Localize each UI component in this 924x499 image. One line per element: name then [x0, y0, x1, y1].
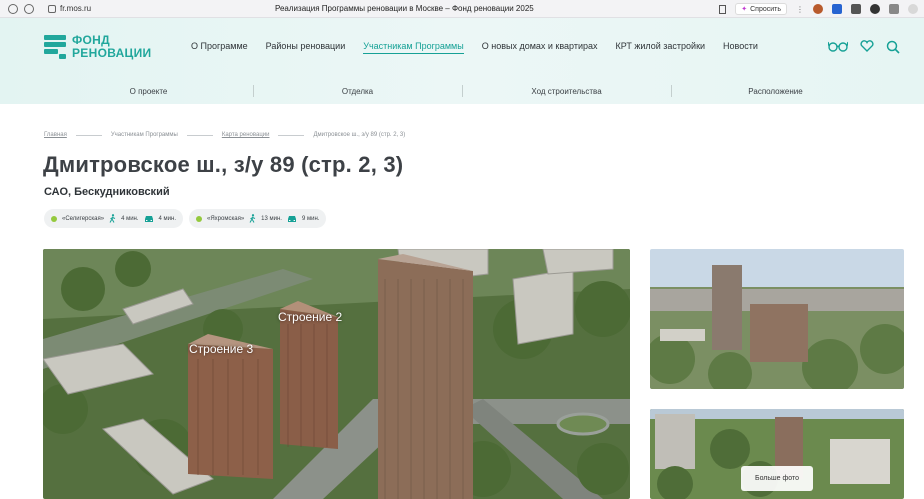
car-icon [144, 215, 153, 222]
nav-news[interactable]: Новости [723, 41, 758, 54]
metro-badge: «Яхромская» 13 мин. 9 мин. [189, 209, 327, 228]
aerial-render-image [43, 249, 630, 499]
glasses-icon[interactable] [828, 40, 848, 52]
nav-participants[interactable]: Участникам Программы [363, 41, 464, 54]
metro-line-dot [196, 215, 203, 222]
breadcrumb-participants[interactable]: Участникам Программы [111, 132, 178, 138]
heart-icon[interactable] [860, 40, 874, 52]
ask-label: Спросить [750, 5, 781, 13]
breadcrumb-home[interactable]: Главная [44, 132, 67, 138]
logo-mark-icon [44, 35, 66, 59]
header-icons [828, 40, 900, 54]
drive-time: 9 мин. [301, 215, 320, 222]
extension-icon[interactable] [832, 4, 842, 14]
back-icon[interactable] [8, 3, 18, 14]
metro-name: «Яхромская» [207, 215, 245, 222]
nav-districts[interactable]: Районы реновации [266, 41, 346, 54]
breadcrumb-separator [278, 134, 305, 136]
subnav-construction-progress[interactable]: Ход строительства [462, 84, 671, 97]
walk-icon [249, 214, 256, 223]
logo-line2: РЕНОВАЦИИ [72, 46, 152, 60]
car-icon [287, 215, 296, 222]
gallery-photo[interactable]: Больше фото [650, 409, 904, 499]
walk-icon [109, 214, 116, 223]
site-header: ФОНД РЕНОВАЦИИ О Программе Районы ренова… [0, 18, 924, 104]
subnav-finishing[interactable]: Отделка [253, 84, 462, 97]
metro-name: «Селигерская» [62, 215, 105, 222]
building-2-label: Строение 2 [278, 310, 343, 324]
url-text[interactable]: fr.mos.ru [60, 4, 91, 13]
metro-badge: «Селигерская» 4 мин. 4 мин. [44, 209, 184, 228]
gallery-image [650, 249, 904, 389]
metro-line-dot [51, 215, 57, 222]
building-3-label: Строение 3 [189, 342, 254, 356]
extension-icon[interactable] [813, 4, 823, 14]
address-bar[interactable]: fr.mos.ru [42, 4, 91, 13]
logo[interactable]: ФОНД РЕНОВАЦИИ [44, 34, 151, 60]
district-label: САО, Бескудниковский [44, 186, 170, 198]
search-icon[interactable] [886, 40, 900, 54]
drive-time: 4 мин. [158, 215, 177, 222]
metro-list: «Селигерская» 4 мин. 4 мин. «Яхромская» … [44, 209, 327, 228]
browser-toolbar: fr.mos.ru Реализация Программы реновации… [0, 0, 924, 18]
gallery-photo[interactable] [650, 249, 904, 389]
walk-time: 13 мин. [261, 215, 282, 222]
breadcrumb-separator [186, 134, 213, 136]
breadcrumb-separator [75, 134, 102, 136]
walk-time: 4 мин. [121, 215, 139, 222]
main-project-photo[interactable]: Строение 2 Строение 3 [43, 249, 630, 499]
ask-icon: ✦ [741, 6, 748, 13]
page-title: Дмитровское ш., з/у 89 (стр. 2, 3) [43, 152, 404, 177]
extension-icon[interactable] [870, 4, 880, 14]
breadcrumb-current: Дмитровское ш., з/у 89 (стр. 2, 3) [313, 132, 406, 138]
page-title-bar: Реализация Программы реновации в Москве … [275, 4, 534, 13]
ask-button[interactable]: ✦ Спросить [735, 3, 787, 15]
nav-new-homes[interactable]: О новых домах и квартирах [482, 41, 598, 54]
dots-icon[interactable]: ⋮ [796, 5, 804, 14]
subnav-about-project[interactable]: О проекте [44, 87, 253, 96]
project-subnav: О проекте Отделка Ход строительства Расп… [44, 80, 880, 102]
breadcrumb: Главная Участникам Программы Карта ренов… [44, 132, 405, 138]
main-nav: О Программе Районы реновации Участникам … [191, 41, 776, 54]
site-info-icon[interactable] [48, 4, 56, 13]
more-photos-button[interactable]: Больше фото [741, 466, 813, 491]
extension-icon[interactable] [889, 4, 899, 14]
nav-krt[interactable]: КРТ жилой застройки [616, 41, 706, 54]
extension-icon[interactable] [851, 4, 861, 14]
reload-icon[interactable] [24, 3, 34, 14]
breadcrumb-map[interactable]: Карта реновации [222, 132, 270, 138]
logo-text: ФОНД РЕНОВАЦИИ [72, 34, 151, 60]
profile-icon[interactable] [908, 4, 918, 14]
subnav-location[interactable]: Расположение [671, 84, 880, 97]
nav-about-program[interactable]: О Программе [191, 41, 248, 54]
bookmark-icon[interactable] [719, 4, 727, 14]
